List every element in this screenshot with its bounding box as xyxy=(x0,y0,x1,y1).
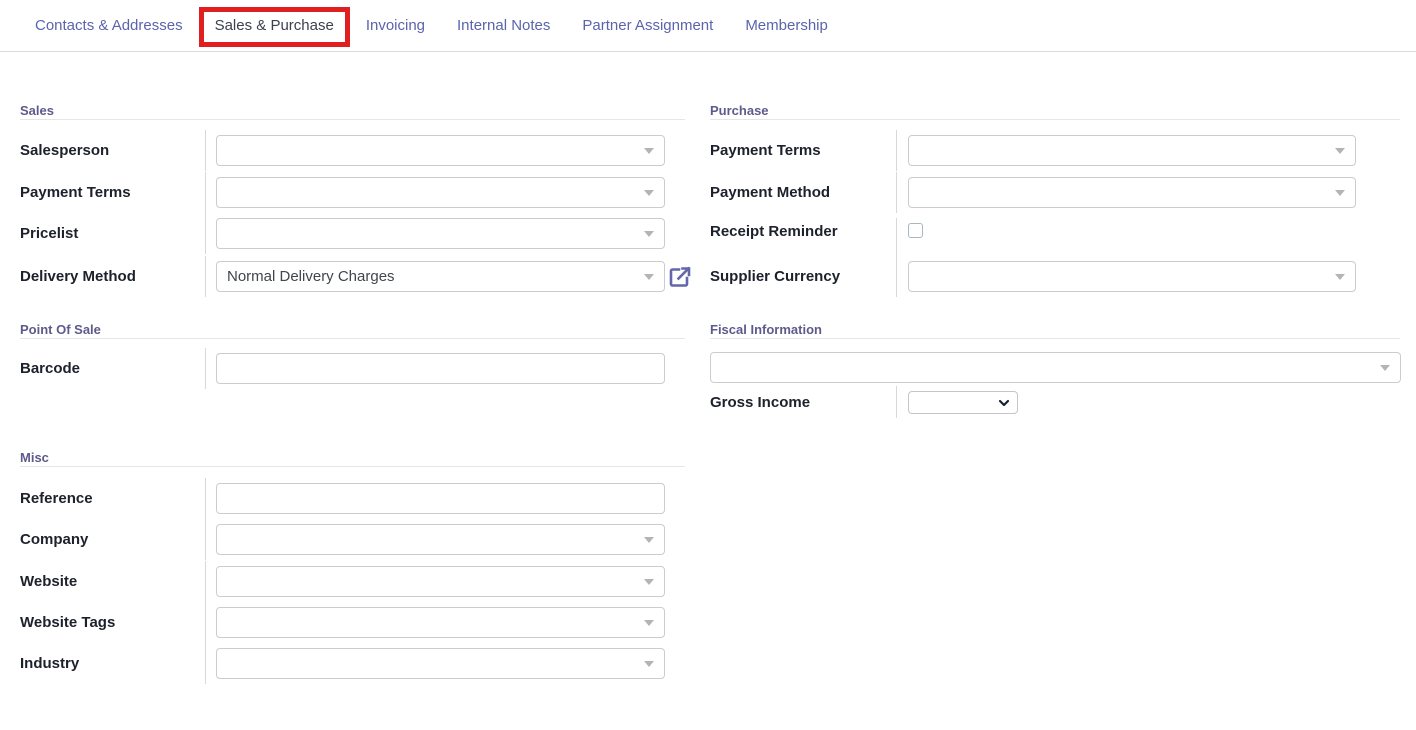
tab-sales-purchase-label: Sales & Purchase xyxy=(215,17,334,34)
chevron-down-icon xyxy=(1335,190,1345,196)
chevron-down-icon xyxy=(1380,365,1390,371)
section-title-point-of-sale: Point Of Sale xyxy=(20,322,101,337)
fiscal-position-dropdown[interactable] xyxy=(710,352,1401,383)
industry-dropdown[interactable] xyxy=(216,648,665,679)
barcode-input[interactable] xyxy=(216,353,665,384)
pricelist-dropdown[interactable] xyxy=(216,218,665,249)
section-underline xyxy=(710,338,1400,339)
field-label-website-tags: Website Tags xyxy=(20,607,115,638)
chevron-down-icon xyxy=(644,274,654,280)
section-underline xyxy=(20,119,685,120)
field-separator xyxy=(205,643,206,684)
reference-input[interactable] xyxy=(216,483,665,514)
payment-terms-sales-dropdown[interactable] xyxy=(216,177,665,208)
field-separator xyxy=(205,519,206,560)
chevron-down-icon xyxy=(644,620,654,626)
tab-invoicing[interactable]: Invoicing xyxy=(350,16,441,36)
chevron-down-icon xyxy=(1335,148,1345,154)
field-separator xyxy=(205,478,206,519)
field-separator xyxy=(205,172,206,213)
delivery-method-dropdown[interactable]: Normal Delivery Charges xyxy=(216,261,665,292)
delivery-method-value: Normal Delivery Charges xyxy=(217,262,664,291)
website-dropdown[interactable] xyxy=(216,566,665,597)
payment-method-dropdown[interactable] xyxy=(908,177,1356,208)
section-title-fiscal-information: Fiscal Information xyxy=(710,322,822,337)
tab-partner-assignment[interactable]: Partner Assignment xyxy=(566,16,729,36)
section-title-misc: Misc xyxy=(20,450,49,465)
field-label-payment-terms-purchase: Payment Terms xyxy=(710,135,821,166)
chevron-down-icon xyxy=(644,579,654,585)
chevron-down-icon xyxy=(644,148,654,154)
field-separator xyxy=(205,213,206,254)
chevron-down-icon xyxy=(1335,274,1345,280)
company-dropdown[interactable] xyxy=(216,524,665,555)
field-separator xyxy=(205,348,206,389)
external-link-icon[interactable] xyxy=(668,265,692,289)
notebook-tab-bar: Contacts & Addresses Sales & Purchase In… xyxy=(0,0,1416,52)
field-separator xyxy=(896,256,897,297)
tab-sales-purchase[interactable]: Sales & Purchase xyxy=(199,16,350,36)
field-label-website: Website xyxy=(20,566,77,597)
chevron-down-icon xyxy=(998,397,1010,409)
field-label-salesperson: Salesperson xyxy=(20,135,109,166)
receipt-reminder-checkbox[interactable] xyxy=(908,223,923,238)
section-title-purchase: Purchase xyxy=(710,103,769,118)
section-underline xyxy=(20,338,685,339)
field-label-company: Company xyxy=(20,524,88,555)
field-separator xyxy=(205,256,206,297)
field-label-delivery-method: Delivery Method xyxy=(20,261,136,292)
field-separator xyxy=(896,218,897,259)
tab-membership[interactable]: Membership xyxy=(729,16,844,36)
field-separator xyxy=(896,386,897,418)
field-separator xyxy=(205,602,206,643)
field-label-receipt-reminder: Receipt Reminder xyxy=(710,216,838,247)
field-label-gross-income: Gross Income xyxy=(710,387,810,418)
chevron-down-icon xyxy=(644,661,654,667)
chevron-down-icon xyxy=(644,231,654,237)
field-label-payment-terms-sales: Payment Terms xyxy=(20,177,131,208)
field-separator xyxy=(896,130,897,171)
gross-income-select[interactable] xyxy=(908,391,1018,414)
tab-contacts-addresses[interactable]: Contacts & Addresses xyxy=(19,16,199,36)
section-underline xyxy=(20,466,685,467)
field-label-supplier-currency: Supplier Currency xyxy=(710,261,840,292)
section-title-sales: Sales xyxy=(20,103,54,118)
field-separator xyxy=(896,172,897,213)
field-label-reference: Reference xyxy=(20,483,93,514)
chevron-down-icon xyxy=(644,537,654,543)
supplier-currency-dropdown[interactable] xyxy=(908,261,1356,292)
field-label-pricelist: Pricelist xyxy=(20,218,78,249)
chevron-down-icon xyxy=(644,190,654,196)
section-underline xyxy=(710,119,1400,120)
salesperson-dropdown[interactable] xyxy=(216,135,665,166)
field-separator xyxy=(205,561,206,602)
field-label-industry: Industry xyxy=(20,648,79,679)
payment-terms-purchase-dropdown[interactable] xyxy=(908,135,1356,166)
field-separator xyxy=(205,130,206,171)
tab-internal-notes[interactable]: Internal Notes xyxy=(441,16,566,36)
website-tags-dropdown[interactable] xyxy=(216,607,665,638)
field-label-barcode: Barcode xyxy=(20,353,80,384)
field-label-payment-method: Payment Method xyxy=(710,177,830,208)
